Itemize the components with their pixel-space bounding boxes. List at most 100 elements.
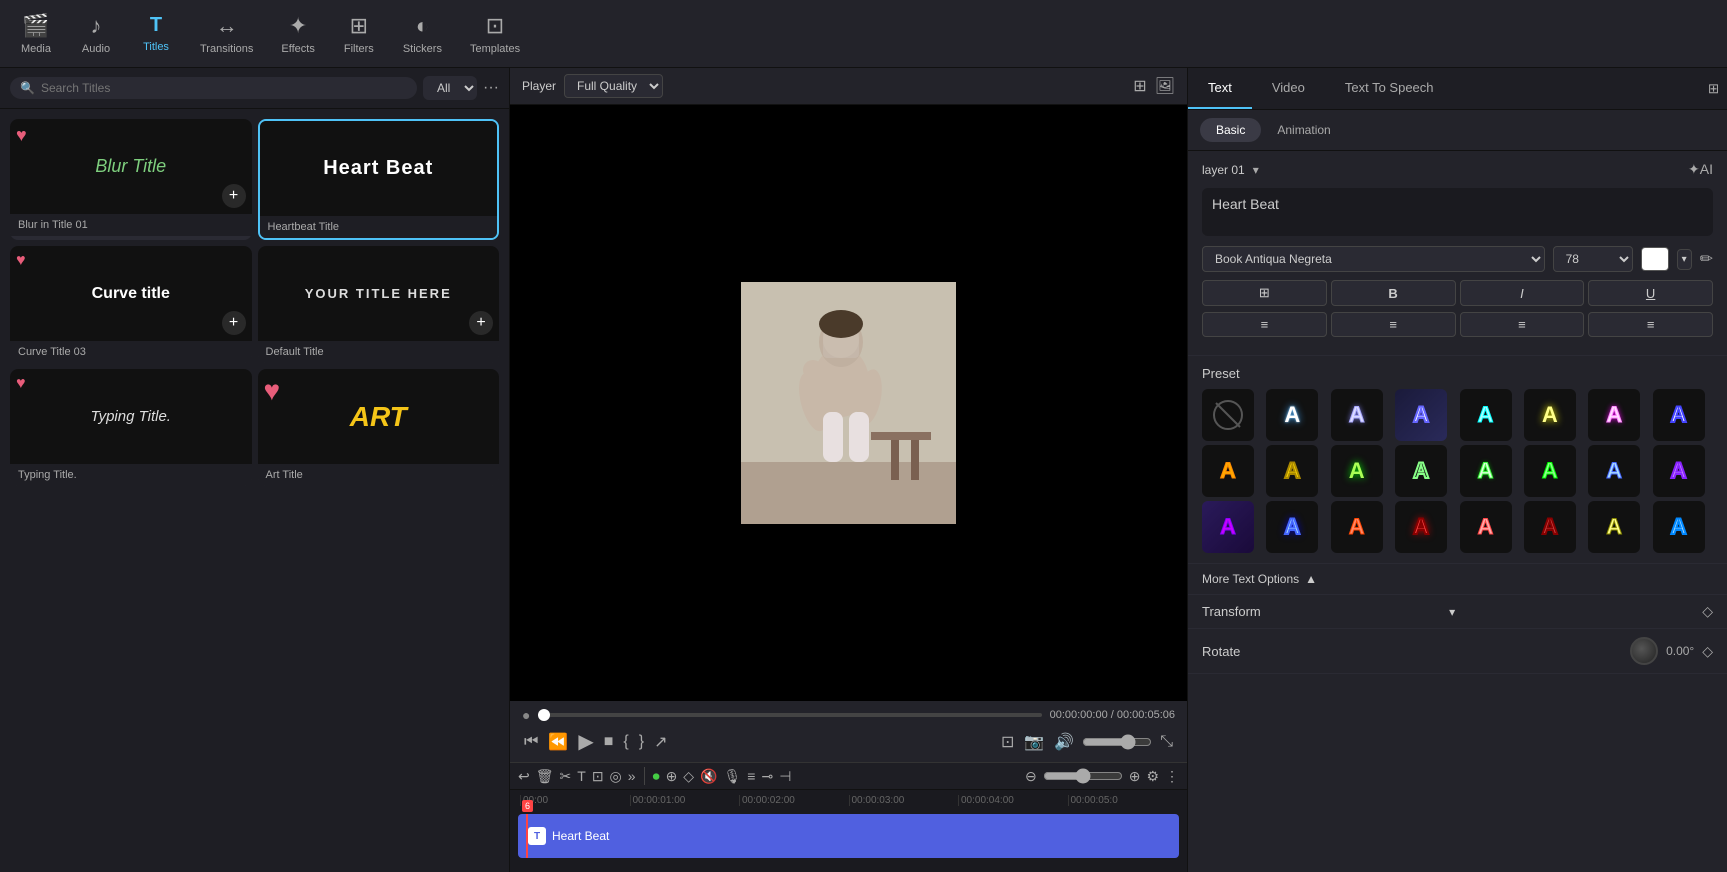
progress-track[interactable] xyxy=(538,713,1041,717)
tl-audio-button[interactable]: ◎ xyxy=(610,768,622,785)
font-select[interactable]: Book Antiqua Negreta xyxy=(1202,246,1545,272)
preset-21[interactable]: A xyxy=(1524,501,1576,553)
preset-23[interactable]: A xyxy=(1653,501,1705,553)
quality-dropdown[interactable]: Full Quality xyxy=(564,74,663,98)
sub-tab-animation[interactable]: Animation xyxy=(1261,118,1346,142)
title-card-typing[interactable]: ♥ Typing Title. Typing Title. xyxy=(10,369,252,486)
snapshot-button[interactable]: 📷 xyxy=(1022,730,1046,754)
preset-none[interactable] xyxy=(1202,389,1254,441)
tl-settings-button[interactable]: ⚙ xyxy=(1146,768,1159,785)
tl-undo-button[interactable]: ↩ xyxy=(518,768,530,785)
preset-11[interactable]: A xyxy=(1395,445,1447,497)
italic-button[interactable]: I xyxy=(1460,280,1585,306)
preset-19[interactable]: A xyxy=(1395,501,1447,553)
tl-text-button[interactable]: T xyxy=(577,768,586,784)
preset-6[interactable]: A xyxy=(1588,389,1640,441)
tl-minus-button[interactable]: ⊖ xyxy=(1025,768,1037,785)
stop-button[interactable]: ■ xyxy=(602,731,616,753)
timeline-track[interactable]: 6 T Heart Beat xyxy=(518,814,1179,858)
toolbar-item-transitions[interactable]: ↔ Transitions xyxy=(188,7,265,61)
tab-video[interactable]: Video xyxy=(1252,68,1325,109)
tl-mic-button[interactable]: 🎙 xyxy=(724,768,742,785)
color-swatch[interactable] xyxy=(1641,247,1669,271)
preset-22[interactable]: A xyxy=(1588,501,1640,553)
add-blur-button[interactable]: + xyxy=(222,184,246,208)
preset-15[interactable]: A xyxy=(1653,445,1705,497)
send-button[interactable]: ↗ xyxy=(652,730,669,754)
toolbar-item-media[interactable]: 🎬 Media xyxy=(8,7,64,61)
preset-18[interactable]: A xyxy=(1331,501,1383,553)
align-right-button[interactable]: ≡ xyxy=(1460,312,1585,337)
rotate-knob[interactable] xyxy=(1630,637,1658,665)
tl-crop-button[interactable]: ⊡ xyxy=(592,768,604,785)
tl-mute-button[interactable]: 🔇 xyxy=(700,768,717,785)
tl-split-button[interactable]: ⊣ xyxy=(779,768,791,785)
toolbar-item-audio[interactable]: ♪ Audio xyxy=(68,7,124,61)
tl-expand-button[interactable]: ⋮ xyxy=(1165,768,1179,785)
underline-button[interactable]: U xyxy=(1588,280,1713,306)
sub-tab-basic[interactable]: Basic xyxy=(1200,118,1261,142)
volume-button[interactable]: 🔊 xyxy=(1052,730,1076,754)
center-icon-button[interactable]: ⊞ xyxy=(1202,280,1327,306)
crop-button[interactable]: ⊡ xyxy=(999,730,1016,754)
preset-20[interactable]: A xyxy=(1460,501,1512,553)
preset-9[interactable]: A xyxy=(1266,445,1318,497)
align-center-button[interactable]: ≡ xyxy=(1331,312,1456,337)
tl-layers-button[interactable]: ≡ xyxy=(747,768,755,784)
preset-16[interactable]: A xyxy=(1202,501,1254,553)
step-back-button[interactable]: ⏮ xyxy=(522,731,540,753)
add-default-button[interactable]: + xyxy=(469,311,493,335)
fullscreen-button[interactable]: ⤡ xyxy=(1158,731,1175,753)
search-input[interactable] xyxy=(41,81,407,95)
play-button[interactable]: ▶ xyxy=(576,727,595,756)
title-card-blur[interactable]: ♥ Blur Title + Blur in Title 01 xyxy=(10,119,252,240)
tab-tts[interactable]: Text To Speech xyxy=(1325,68,1454,109)
preset-12[interactable]: A xyxy=(1460,445,1512,497)
tl-pin-button[interactable]: ⊸ xyxy=(761,768,773,785)
toolbar-item-titles[interactable]: T Titles xyxy=(128,8,184,59)
frame-back-button[interactable]: ⏪ xyxy=(546,730,570,754)
add-curve-button[interactable]: + xyxy=(222,311,246,335)
preset-2[interactable]: A xyxy=(1331,389,1383,441)
mark-in-button[interactable]: { xyxy=(621,731,630,753)
rotate-row[interactable]: Rotate 0.00° ◇ xyxy=(1188,629,1727,674)
more-options-row[interactable]: More Text Options ▲ xyxy=(1188,564,1727,595)
tl-plus-button[interactable]: ⊕ xyxy=(1129,768,1141,785)
bold-button[interactable]: B xyxy=(1331,280,1456,306)
toolbar-item-stickers[interactable]: ◐ Stickers xyxy=(391,7,454,61)
align-left-button[interactable]: ≡ xyxy=(1202,312,1327,337)
font-size-select[interactable]: 78 xyxy=(1553,246,1633,272)
ai-button[interactable]: ✦AI xyxy=(1688,161,1713,178)
title-card-heartbeat[interactable]: Heart Beat Heartbeat Title xyxy=(258,119,500,240)
preset-17[interactable]: A xyxy=(1266,501,1318,553)
tab-text[interactable]: Text xyxy=(1188,68,1252,109)
right-panel-close-button[interactable]: ⊞ xyxy=(1700,68,1727,109)
filter-dropdown[interactable]: All xyxy=(423,76,477,100)
volume-slider[interactable] xyxy=(1082,734,1152,750)
photo-view-button[interactable]: 🖼 xyxy=(1155,76,1175,96)
color-dropdown-button[interactable]: ▾ xyxy=(1677,249,1692,270)
preset-7[interactable]: A xyxy=(1653,389,1705,441)
transform-row[interactable]: Transform ▾ ◇ xyxy=(1188,595,1727,629)
title-card-default[interactable]: YOUR TITLE HERE + Default Title xyxy=(258,246,500,363)
text-input[interactable] xyxy=(1212,196,1703,212)
tl-cut-button[interactable]: ✂ xyxy=(560,768,572,785)
toolbar-item-filters[interactable]: ⊞ Filters xyxy=(331,7,387,61)
toolbar-item-templates[interactable]: ⊡ Templates xyxy=(458,7,532,61)
zoom-slider[interactable] xyxy=(1043,768,1123,784)
preset-1[interactable]: A xyxy=(1266,389,1318,441)
tl-snap-button[interactable]: ⊕ xyxy=(666,768,678,785)
tl-record-button[interactable]: ⏺ xyxy=(653,768,660,785)
align-justify-button[interactable]: ≡ xyxy=(1588,312,1713,337)
preset-3[interactable]: A xyxy=(1395,389,1447,441)
toolbar-item-effects[interactable]: ✦ Effects xyxy=(269,7,326,61)
preset-13[interactable]: A xyxy=(1524,445,1576,497)
mark-out-button[interactable]: } xyxy=(637,731,646,753)
title-card-art[interactable]: ♥ ART Art Title xyxy=(258,369,500,486)
preset-14[interactable]: A xyxy=(1588,445,1640,497)
preset-5[interactable]: A xyxy=(1524,389,1576,441)
more-options-button[interactable]: ··· xyxy=(483,79,499,97)
preset-10[interactable]: A xyxy=(1331,445,1383,497)
tl-more-button[interactable]: » xyxy=(628,768,636,784)
grid-view-button[interactable]: ⊞ xyxy=(1133,76,1146,96)
